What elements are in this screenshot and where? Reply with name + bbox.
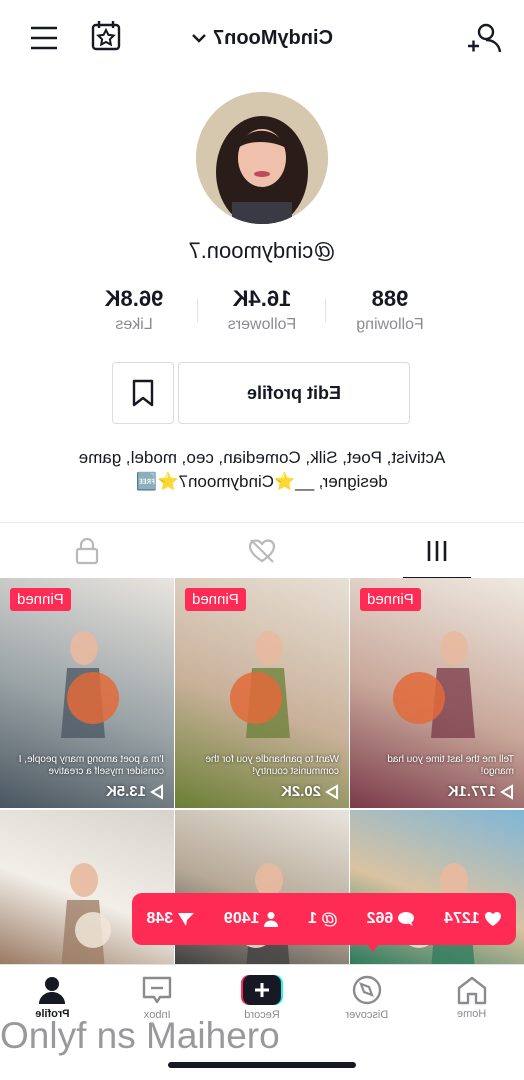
pill-followers: 1409 [224,910,280,928]
grid-icon [427,541,446,561]
nav-discover[interactable]: Discover [314,965,419,1029]
person-icon [264,912,279,927]
share-icon [178,913,195,926]
likes-count: 96.8K [104,286,164,311]
pinned-badge: Pinned [185,588,246,611]
pinned-badge: Pinned [360,588,421,611]
account-username: CindyMoon7 [213,26,333,49]
stat-likes[interactable]: 96.8K Likes [70,282,198,342]
profile-icon [39,976,66,1004]
pill-comments-value: 662 [366,910,394,927]
likes-label: Likes [115,316,153,333]
nav-home[interactable]: Home [419,965,524,1029]
pill-likes: 1274 [444,910,502,928]
nav-discover-label: Discover [345,1008,389,1021]
view-count: 20.2K [281,783,339,800]
compass-icon [352,975,382,1004]
profile-bio: Activist, Poet, Silk, Comedian, ceo, mod… [40,446,484,498]
stat-divider [325,298,326,322]
view-count-value: 177.1K [447,783,496,800]
bio-line: Activist, Poet, Silk, Comedian, ceo, mod… [78,448,446,467]
favorites-button[interactable] [112,362,174,424]
home-icon [457,976,486,1004]
menu-icon[interactable] [24,18,64,58]
stat-divider [197,298,198,322]
video-caption: I'm a poet among many people, I consider… [18,754,164,777]
pill-shares: 348 [146,910,195,928]
pill-comments: 662 [367,910,416,928]
play-icon [500,783,513,800]
bubble-pointer [364,940,382,952]
edit-profile-button[interactable]: Edit profile [178,362,410,424]
video-caption: Want to panhandle you for the communist … [205,754,339,777]
video-thumbnail[interactable]: Pinned Want to panhandle you for the comm… [175,578,349,808]
view-count-value: 13.5K [105,783,146,800]
play-icon [150,783,163,800]
pill-followers-value: 1409 [223,910,260,927]
bio-line: designer, __⭐Cindymoon7⭐🆓 [136,472,388,491]
nav-home-label: Home [456,1007,487,1020]
pill-shares-value: 348 [146,910,174,927]
comment-icon [398,912,415,926]
video-thumbnail[interactable]: Pinned I'm a poet among many people, I co… [0,578,174,808]
edit-profile-label: Edit profile [247,382,341,403]
add-user-icon[interactable] [466,18,506,58]
avatar[interactable] [196,92,328,224]
record-plus-icon [241,974,284,1005]
followers-label: Followers [227,316,297,333]
home-indicator[interactable] [168,1062,356,1068]
pill-likes-value: 1274 [444,910,480,927]
tab-videos[interactable] [349,523,524,579]
engagement-summary-bubble: 1274 662 @ 1 1409 348 [132,893,516,945]
hidden-heart-icon [248,539,276,563]
view-count: 177.1K [448,783,514,800]
at-icon: @ [321,909,338,928]
top-bar: CindyMoon7 [0,0,524,78]
tab-liked[interactable] [175,523,350,579]
content-tabs [0,522,524,579]
calendar-star-icon[interactable] [88,18,124,54]
account-switcher[interactable]: CindyMoon7 [170,22,354,54]
bookmark-icon [132,379,154,407]
view-count-value: 20.2K [280,783,321,800]
watermark-text: Onlyf ns Maihero [0,1015,280,1056]
view-count: 13.5K [106,783,164,800]
lock-icon [76,537,99,565]
pinned-badge: Pinned [10,588,71,611]
profile-handle: @cindymoon.7 [188,238,336,263]
heart-icon [484,912,501,926]
following-count: 988 [371,286,409,311]
video-thumbnail[interactable]: Pinned Tell me the last time you had mang… [350,578,524,808]
pill-mentions-value: 1 [308,910,318,927]
tab-private[interactable] [0,523,175,579]
mirrored-screen: CindyMoon7 @cindymoon.7 988 Following 16… [0,0,524,1080]
stat-following[interactable]: 988 Following [326,282,454,342]
play-icon [325,783,338,800]
following-label: Following [356,316,424,333]
video-caption: Tell me the last time you had mango! [387,754,514,777]
chevron-down-icon [192,34,206,43]
pill-mentions: @ 1 [308,909,337,929]
stat-followers[interactable]: 16.4K Followers [198,282,326,342]
profile-stats: 988 Following 16.4K Followers 96.8K Like… [70,282,454,342]
followers-count: 16.4K [232,286,292,311]
inbox-icon [143,976,172,1003]
